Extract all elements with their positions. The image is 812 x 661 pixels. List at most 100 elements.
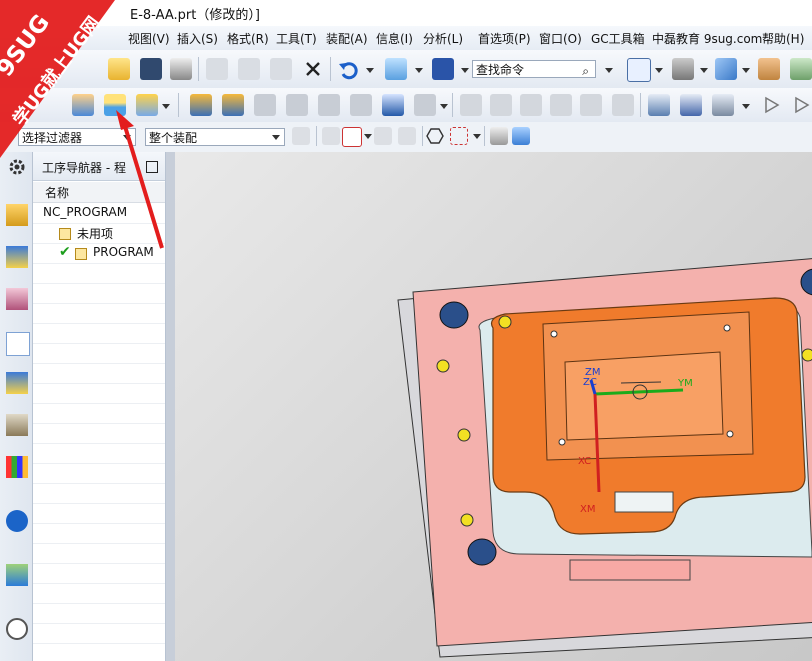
method-view-icon[interactable] — [712, 94, 734, 116]
zc-label: ZC — [583, 377, 597, 388]
command-finder-input[interactable]: 查找命令 ⌕ — [472, 60, 596, 78]
undo-icon[interactable] — [337, 58, 359, 80]
menu-info[interactable]: 信息(I) — [376, 30, 413, 47]
core-pocket — [564, 351, 724, 441]
menu-window[interactable]: 窗口(O) — [539, 30, 582, 47]
snap-point-icon[interactable] — [322, 127, 340, 145]
graphics-window[interactable]: ZM ZC YM XC XM — [175, 152, 812, 661]
geometry-view-icon[interactable] — [680, 94, 702, 116]
cube-icon[interactable] — [512, 127, 530, 145]
mold-model: ZM ZC YM XC XM — [397, 258, 812, 658]
web-browser-icon[interactable] — [6, 564, 28, 586]
play-forward-next-icon[interactable] — [792, 94, 812, 116]
tree-row-empty — [33, 523, 165, 544]
tree-row-empty — [33, 283, 165, 304]
tree-row-empty — [33, 563, 165, 584]
snap-dropdown-icon[interactable] — [364, 134, 372, 139]
hole — [558, 438, 566, 446]
part-navigator-icon[interactable] — [6, 288, 28, 310]
toolbar-separator — [452, 93, 453, 117]
delete-icon[interactable] — [302, 58, 324, 80]
verify-toolpath-icon[interactable] — [286, 94, 308, 116]
simulate-icon[interactable] — [318, 94, 340, 116]
orient-dropdown-icon[interactable] — [700, 68, 708, 73]
end-point-icon[interactable] — [374, 127, 392, 145]
select-all-icon[interactable] — [292, 127, 310, 145]
operation-navigator-icon[interactable] — [6, 332, 30, 356]
wcs-icon[interactable] — [790, 58, 812, 80]
orient-view-icon[interactable] — [672, 58, 694, 80]
cut-levels-icon[interactable] — [520, 94, 542, 116]
hole — [550, 330, 558, 338]
menu-assembly[interactable]: 装配(A) — [326, 30, 368, 47]
shaded-cube-icon[interactable] — [715, 58, 737, 80]
tree-row-empty — [33, 463, 165, 484]
menu-analysis[interactable]: 分析(L) — [423, 30, 463, 47]
reuse-library-icon[interactable] — [6, 414, 28, 436]
show-hide-icon[interactable] — [490, 127, 508, 145]
noncutting-moves-icon[interactable] — [490, 94, 512, 116]
bolt-head — [498, 315, 512, 329]
hexagon-icon[interactable] — [426, 127, 444, 145]
information-icon[interactable] — [432, 58, 454, 80]
search-icon[interactable]: ⌕ — [582, 62, 589, 80]
menu-sponsor[interactable]: 中磊教育 9sug.com — [652, 30, 762, 47]
toolbar-separator — [422, 126, 423, 146]
mid-point-icon[interactable] — [398, 127, 416, 145]
corner-control-icon[interactable] — [550, 94, 572, 116]
menu-preferences[interactable]: 首选项(P) — [478, 30, 531, 47]
render-dropdown-icon[interactable] — [742, 68, 750, 73]
layer-settings-icon[interactable] — [758, 58, 780, 80]
tree-row-empty — [33, 503, 165, 524]
finder-dropdown-icon[interactable] — [605, 68, 613, 73]
fit-view-icon[interactable] — [627, 58, 651, 82]
paste-icon[interactable] — [270, 58, 292, 80]
info-icon[interactable] — [6, 510, 28, 532]
bolt-head — [457, 428, 471, 442]
library-books-icon[interactable] — [6, 456, 28, 478]
slot — [614, 491, 674, 513]
info-dropdown-icon[interactable] — [461, 68, 469, 73]
front-slot — [569, 559, 691, 581]
transform-object-icon[interactable] — [580, 94, 602, 116]
machine-tool-navigator-icon[interactable] — [6, 372, 28, 394]
menu-tools[interactable]: 工具(T) — [276, 30, 317, 47]
select-dropdown-icon[interactable] — [473, 134, 481, 139]
tree-row-empty — [33, 423, 165, 444]
feed-speed-icon[interactable] — [460, 94, 482, 116]
copy-icon[interactable] — [238, 58, 260, 80]
bolt-head — [436, 359, 450, 373]
start-cam-icon[interactable] — [385, 58, 407, 80]
tree-row-empty — [33, 443, 165, 464]
postprocess-icon[interactable] — [350, 94, 372, 116]
shop-docs-icon[interactable] — [382, 94, 404, 116]
hole — [726, 430, 734, 438]
rectangle-select-icon[interactable] — [450, 127, 468, 145]
tree-row-empty — [33, 263, 165, 284]
undo-dropdown-icon[interactable] — [366, 68, 374, 73]
tree-row-empty — [33, 543, 165, 564]
snap-point-type-icon[interactable] — [342, 127, 362, 147]
ym-label: YM — [677, 378, 693, 389]
list-toolpath-icon[interactable] — [254, 94, 276, 116]
tree-row-empty — [33, 303, 165, 324]
batch-process-icon[interactable] — [414, 94, 436, 116]
view-dropdown-icon[interactable] — [655, 68, 663, 73]
navigator-view-dropdown-icon[interactable] — [742, 104, 750, 109]
menu-gc-toolbox[interactable]: GC工具箱 — [591, 30, 645, 47]
tree-row-empty — [33, 583, 165, 604]
hole — [723, 324, 731, 332]
history-clock-icon[interactable] — [6, 618, 28, 640]
menu-help[interactable]: 帮助(H) — [762, 30, 804, 47]
tree-row-empty — [33, 483, 165, 504]
display-object-icon[interactable] — [612, 94, 634, 116]
play-forward-icon[interactable] — [762, 94, 784, 116]
chevron-down-icon — [272, 135, 280, 140]
tree-row-empty — [33, 343, 165, 364]
machine-tool-view-icon[interactable] — [648, 94, 670, 116]
tree-row-empty — [33, 383, 165, 404]
tree-row-empty — [33, 623, 165, 644]
operation-dropdown-icon[interactable] — [440, 104, 448, 109]
start-dropdown-icon[interactable] — [415, 68, 423, 73]
xm-label: XM — [580, 504, 595, 515]
